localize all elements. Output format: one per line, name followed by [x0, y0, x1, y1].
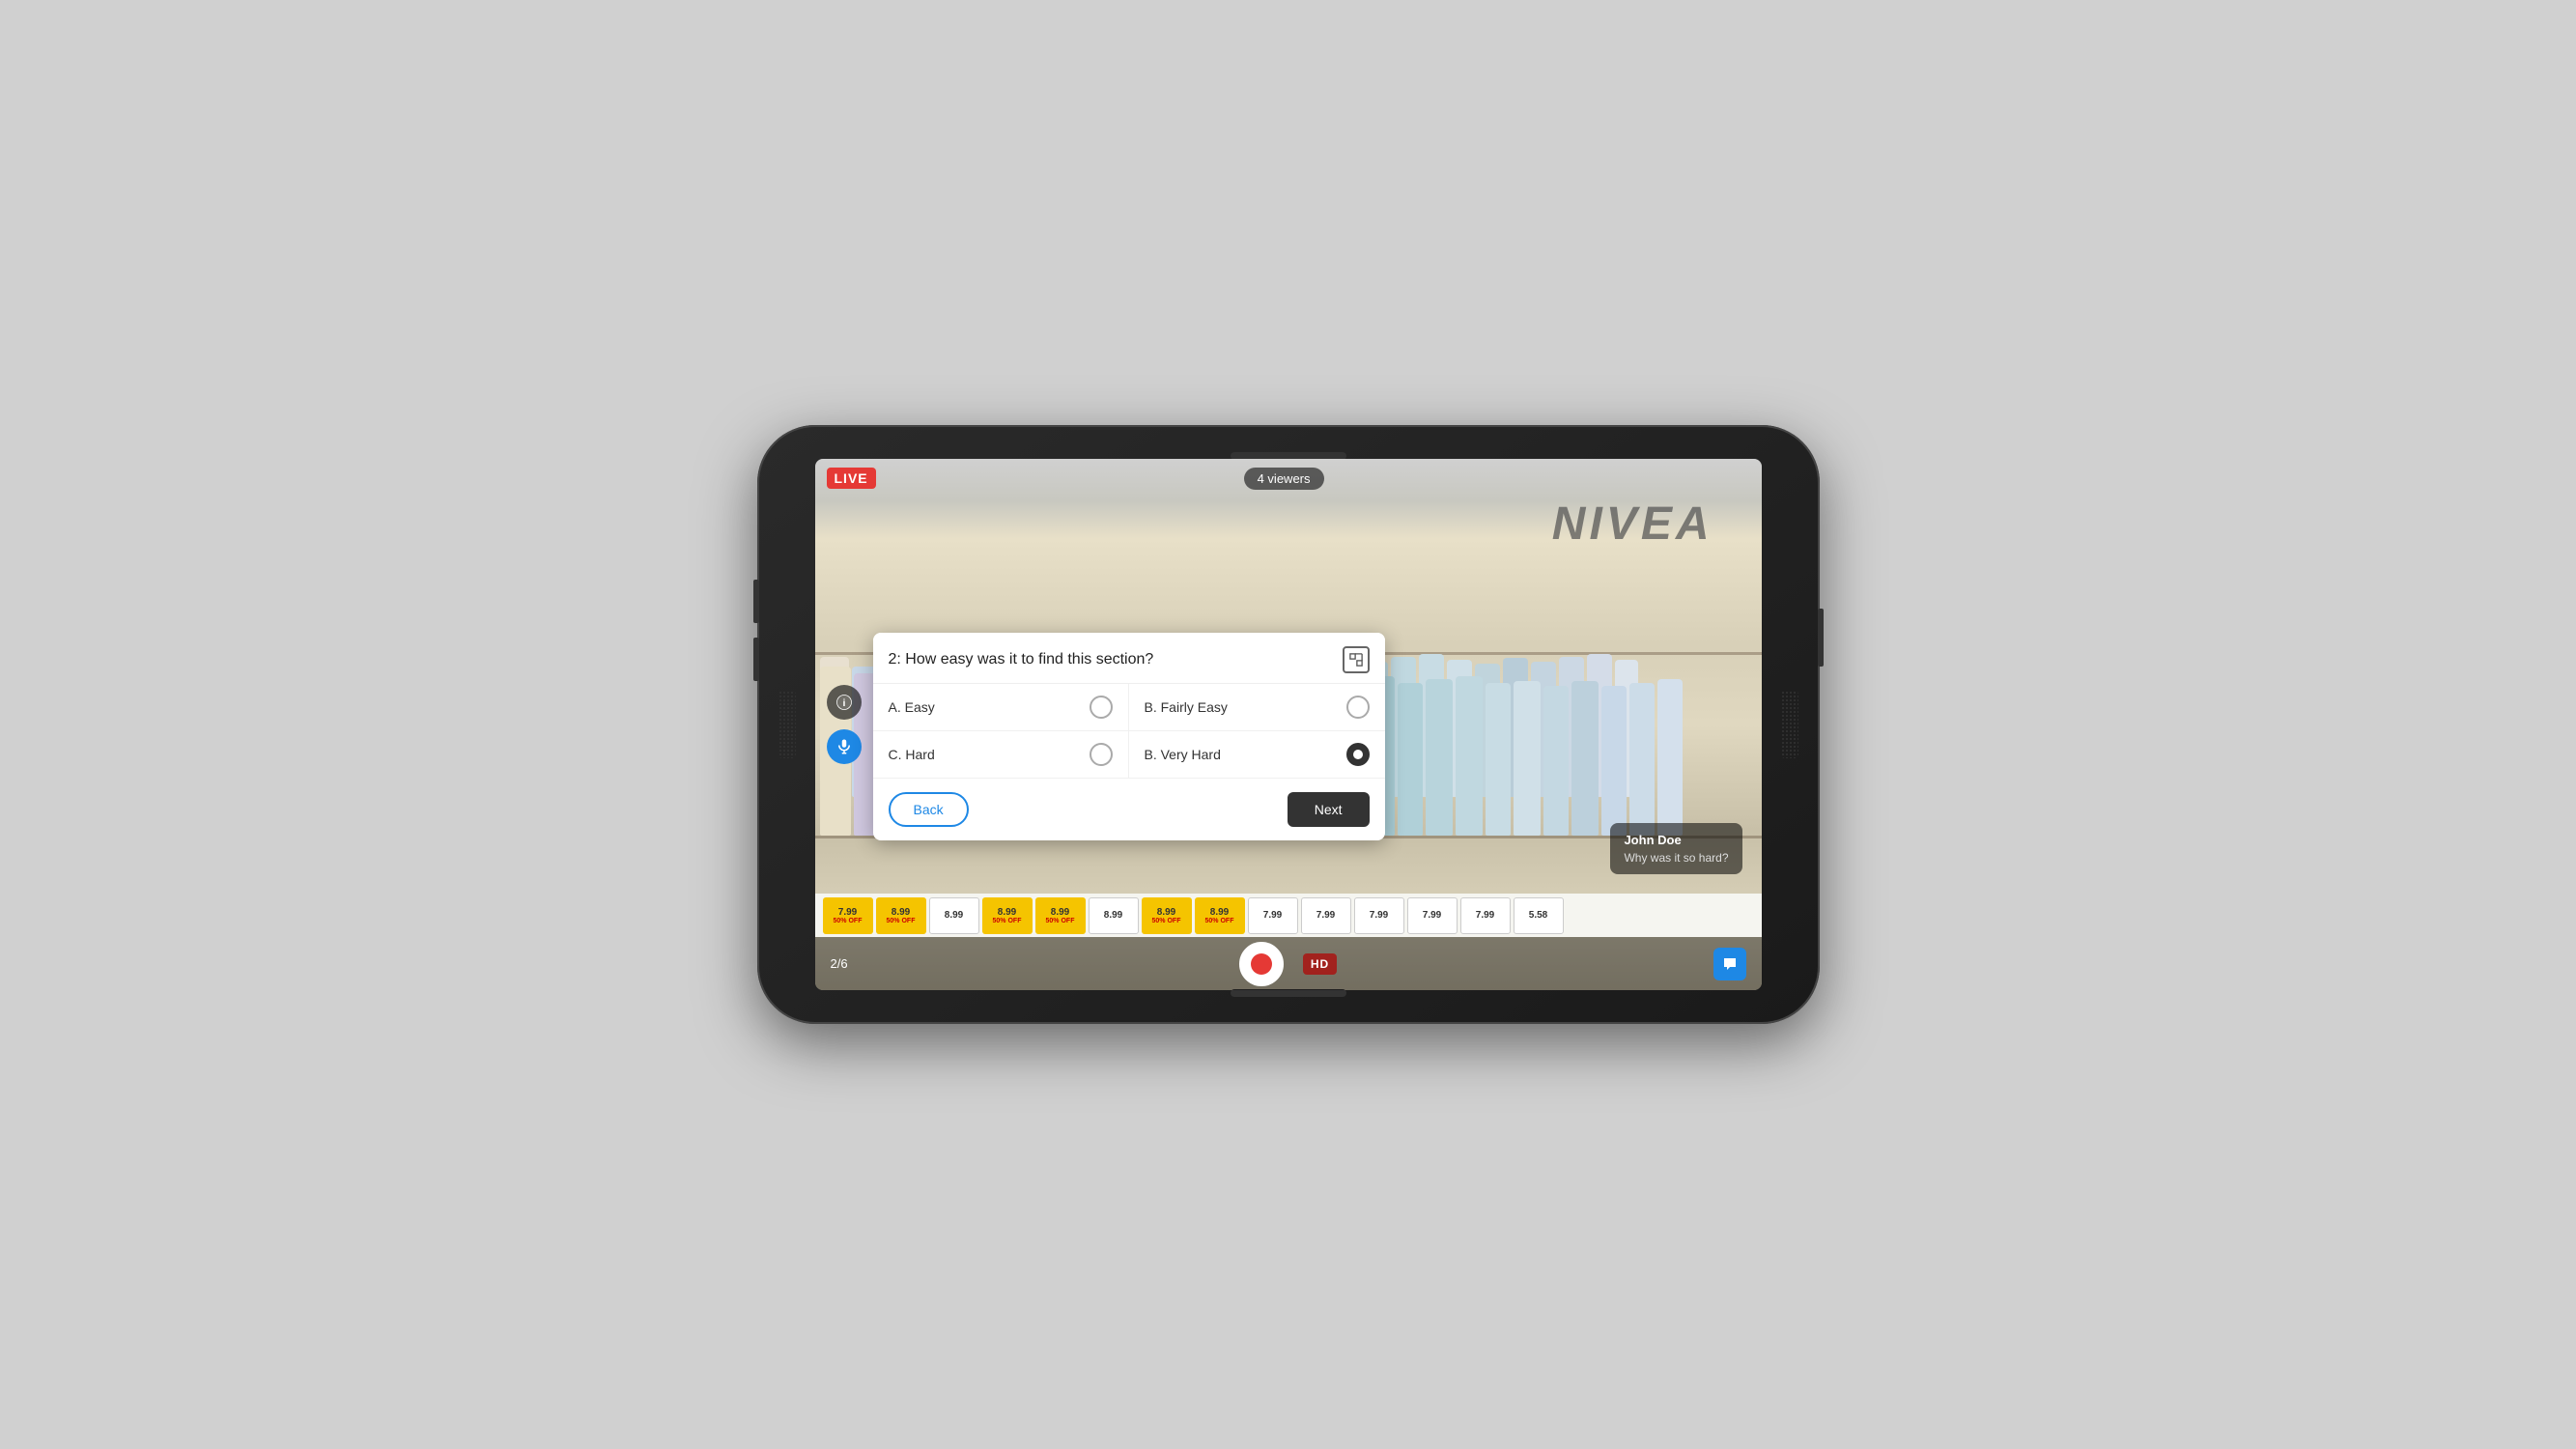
comment-message: Why was it so hard? [1624, 851, 1728, 865]
option-c[interactable]: C. Hard [873, 731, 1129, 778]
record-button[interactable] [1239, 942, 1284, 986]
phone-frame: NIVEA [757, 425, 1820, 1024]
price-tag: 8.99 [929, 897, 979, 934]
survey-footer: Back Next [873, 778, 1385, 840]
price-tags-row: 7.99 50% OFF 8.99 50% OFF 8.99 8.99 50% … [815, 894, 1762, 937]
option-a-radio[interactable] [1090, 696, 1113, 719]
back-button[interactable]: Back [889, 792, 969, 827]
product-item [1426, 679, 1453, 836]
option-d-radio[interactable] [1346, 743, 1370, 766]
svg-text:i: i [842, 697, 845, 709]
price-tag: 5.58 [1514, 897, 1564, 934]
survey-question: 2: How easy was it to find this section? [889, 651, 1154, 668]
counter-label: 2/6 [831, 956, 848, 971]
options-grid: A. Easy B. Fairly Easy C. Hard B. Very H… [873, 684, 1385, 778]
price-tag: 8.99 50% OFF [1195, 897, 1245, 934]
speaker-right [1781, 691, 1798, 758]
mic-icon [835, 738, 853, 755]
screen: NIVEA [815, 459, 1762, 990]
price-tag: 7.99 50% OFF [823, 897, 873, 934]
option-c-label: C. Hard [889, 747, 935, 762]
record-icon [1251, 953, 1272, 975]
info-button[interactable]: i [827, 685, 862, 720]
option-d-label: B. Very Hard [1145, 747, 1221, 762]
left-controls: i [827, 685, 862, 764]
product-item [1456, 676, 1483, 836]
volume-up-button[interactable] [753, 580, 759, 623]
product-item [1486, 683, 1511, 836]
chat-icon [1721, 955, 1739, 973]
product-item [1543, 686, 1569, 836]
option-c-radio[interactable] [1090, 743, 1113, 766]
product-item [1398, 683, 1423, 836]
option-a[interactable]: A. Easy [873, 684, 1129, 731]
speaker-left [778, 691, 796, 758]
price-tag: 7.99 [1354, 897, 1404, 934]
comment-bubble: John Doe Why was it so hard? [1610, 823, 1741, 874]
hd-badge: HD [1303, 953, 1337, 975]
product-item [1629, 683, 1655, 836]
mic-button[interactable] [827, 729, 862, 764]
product-item [1514, 681, 1541, 836]
survey-header: 2: How easy was it to find this section? [873, 633, 1385, 684]
option-b-radio[interactable] [1346, 696, 1370, 719]
price-tag: 8.99 50% OFF [876, 897, 926, 934]
option-a-label: A. Easy [889, 699, 935, 715]
bottom-bar: 2/6 HD [815, 937, 1762, 990]
price-tag: 7.99 [1248, 897, 1298, 934]
option-d[interactable]: B. Very Hard [1129, 731, 1385, 778]
option-b[interactable]: B. Fairly Easy [1129, 684, 1385, 731]
option-b-label: B. Fairly Easy [1145, 699, 1228, 715]
comment-author: John Doe [1624, 833, 1728, 847]
product-item [1657, 679, 1683, 836]
price-tag: 7.99 [1301, 897, 1351, 934]
next-button[interactable]: Next [1288, 792, 1370, 827]
viewers-count: 4 viewers [1244, 468, 1324, 490]
power-button[interactable] [1818, 609, 1824, 667]
info-icon: i [835, 694, 853, 711]
product-item [1571, 681, 1599, 836]
price-tag: 8.99 50% OFF [982, 897, 1033, 934]
top-bar: LIVE 4 viewers [815, 459, 1762, 497]
expand-icon [1349, 653, 1363, 667]
survey-panel: 2: How easy was it to find this section?… [873, 633, 1385, 840]
price-tag: 7.99 [1460, 897, 1511, 934]
expand-button[interactable] [1343, 646, 1370, 673]
price-tag: 8.99 50% OFF [1035, 897, 1086, 934]
price-tag: 7.99 [1407, 897, 1458, 934]
price-tag: 8.99 50% OFF [1142, 897, 1192, 934]
live-badge: LIVE [827, 468, 876, 489]
volume-down-button[interactable] [753, 638, 759, 681]
price-tag: 8.99 [1089, 897, 1139, 934]
chat-button[interactable] [1713, 948, 1746, 980]
product-item [1601, 686, 1627, 836]
